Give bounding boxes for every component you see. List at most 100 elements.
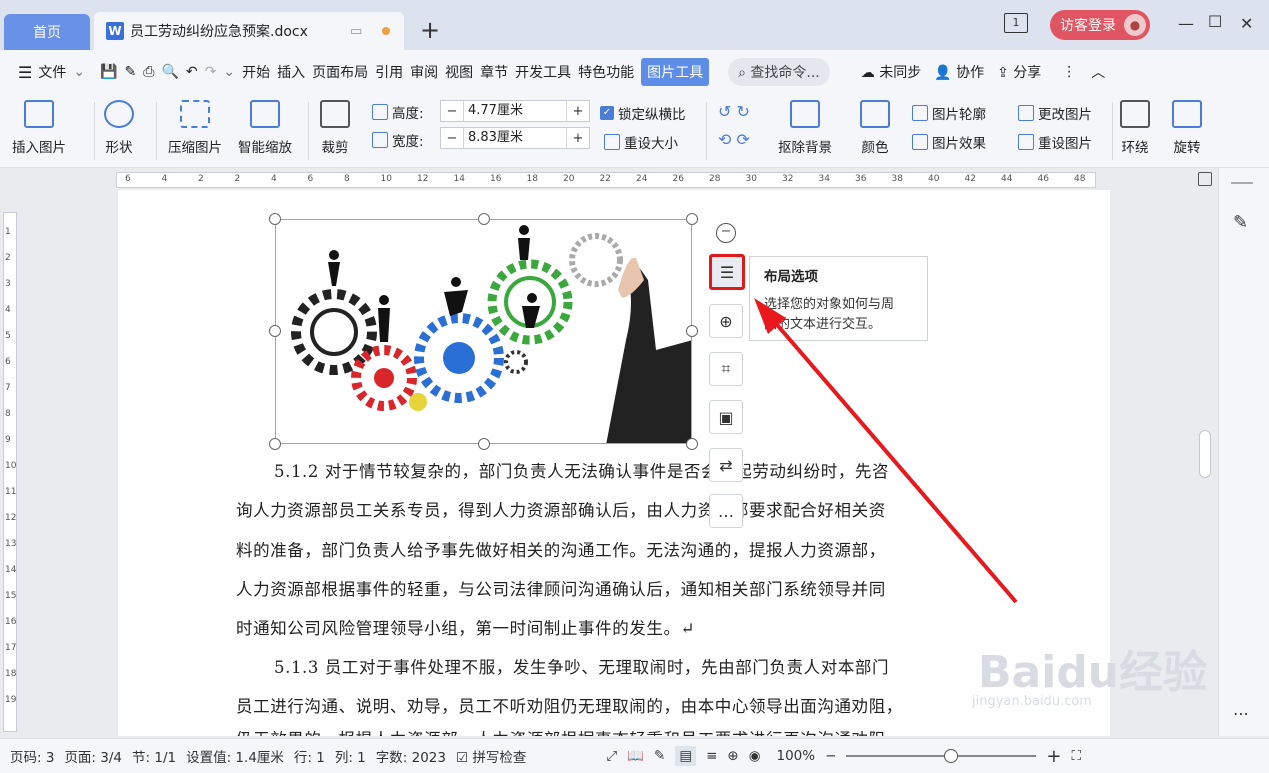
menu-item-insert[interactable]: 插入 xyxy=(277,62,305,82)
status-word-count[interactable]: 字数: 2023 xyxy=(376,746,446,766)
pencil-icon[interactable]: ✎ xyxy=(1233,212,1248,233)
resize-handle[interactable] xyxy=(269,438,281,450)
resize-handle[interactable] xyxy=(478,213,490,225)
save-icon[interactable]: 💾 xyxy=(100,64,117,80)
color-button[interactable]: 颜色 xyxy=(860,100,890,156)
page-view-icon[interactable]: ▤ xyxy=(675,746,697,766)
width-stepper[interactable]: −8.83厘米 + xyxy=(440,127,590,149)
new-tab-plus-icon[interactable]: + xyxy=(420,16,440,44)
flip-icon[interactable]: ⟲ ⟳ xyxy=(718,130,750,149)
change-picture-tool-button[interactable]: ⇄ xyxy=(709,448,743,482)
print-icon[interactable]: ⎙ xyxy=(143,64,154,80)
redo-icon[interactable]: ↷ xyxy=(205,64,217,80)
command-search[interactable]: ⌕ 查找命令... xyxy=(728,58,830,86)
zoom-slider[interactable] xyxy=(846,749,1037,763)
wrap-button[interactable]: 环绕 xyxy=(1120,100,1150,156)
horizontal-ruler[interactable]: 6 4 2 2 4 6 8 10 12 14 16 18 20 22 24 26 28 30 32 34 36 38 40 4… xyxy=(0,168,1269,190)
full-screen-icon[interactable]: ⛶ xyxy=(1072,748,1081,764)
close-icon[interactable]: ✕ xyxy=(1240,14,1253,33)
picture-to-text-button[interactable]: ▣ xyxy=(709,400,743,434)
compress-picture-button[interactable]: 压缩图片 xyxy=(168,100,222,156)
increment-icon[interactable]: + xyxy=(567,104,589,119)
lock-ratio-checkbox[interactable]: ✓ 锁定纵横比 xyxy=(600,103,686,123)
status-section[interactable]: 节: 1/1 xyxy=(132,746,176,766)
paragraph-line[interactable]: 员工进行沟通、说明、劝导，员工不听劝阻仍无理取闹的，由本中心领导出面沟通劝阻， xyxy=(236,693,996,717)
resize-handle[interactable] xyxy=(269,325,281,337)
format-painter-icon[interactable]: ✎ xyxy=(125,64,137,80)
paragraph-line[interactable]: 5.1.3 员工对于事件处理不服，发生争吵、无理取闹时，先由部门负责人对本部门 xyxy=(274,654,1034,678)
layout-options-button[interactable]: ☰ xyxy=(709,254,745,290)
smart-zoom-button[interactable]: 智能缩放 xyxy=(238,100,292,156)
decrement-icon[interactable]: − xyxy=(441,131,463,146)
spell-check-button[interactable]: ☑ 拼写检查 xyxy=(456,746,526,766)
remove-background-button[interactable]: 抠除背景 xyxy=(778,100,832,156)
status-column[interactable]: 列: 1 xyxy=(335,746,366,766)
more-quick-icon[interactable]: ⌄ xyxy=(223,64,235,80)
crop-button[interactable]: 裁剪 xyxy=(320,100,350,156)
edit-mode-icon[interactable]: ✎ xyxy=(654,748,665,764)
reading-mode-icon[interactable]: 📖 xyxy=(627,748,644,764)
rotate-button[interactable]: 旋转 xyxy=(1172,100,1202,156)
decrement-icon[interactable]: − xyxy=(441,104,463,119)
minimize-icon[interactable]: — xyxy=(1178,14,1194,33)
selected-picture[interactable] xyxy=(275,219,692,444)
status-page-number[interactable]: 页码: 3 xyxy=(10,746,54,766)
height-value[interactable]: 4.77厘米 xyxy=(463,101,567,121)
menu-item-review[interactable]: 审阅 xyxy=(410,62,438,82)
paragraph-line[interactable]: 仍无效果的，报提人力资源部，人力资源部根据事态轻重和员工要求进行再次沟通劝阻， xyxy=(236,726,996,736)
insert-picture-button[interactable]: 插入图片 xyxy=(12,100,66,156)
status-row[interactable]: 行: 1 xyxy=(294,746,325,766)
resize-handle[interactable] xyxy=(686,325,698,337)
more-horizontal-icon[interactable]: ⋯ xyxy=(1233,704,1249,723)
menu-item-features[interactable]: 特色功能 xyxy=(578,62,634,82)
undo-icon[interactable]: ↶ xyxy=(186,64,198,80)
print-preview-icon[interactable]: 🔍 xyxy=(161,64,178,80)
zoom-slider-thumb[interactable] xyxy=(944,749,959,763)
status-pages[interactable]: 页面: 3/4 xyxy=(64,746,122,766)
eye-protection-icon[interactable]: ◉ xyxy=(749,748,761,764)
height-stepper[interactable]: −4.77厘米 + xyxy=(440,100,590,122)
resize-handle[interactable] xyxy=(686,438,698,450)
menu-item-chapter[interactable]: 章节 xyxy=(480,62,508,82)
reset-size-button[interactable]: 重设大小 xyxy=(604,132,678,152)
shape-button[interactable]: 形状 xyxy=(104,100,134,156)
crop-tool-button[interactable]: ⌗ xyxy=(709,352,743,386)
resize-handle[interactable] xyxy=(269,213,281,225)
vertical-ruler[interactable]: 1 2 3 4 5 6 7 8 9 10 11 12 13 14 15 16 17 18 19 xyxy=(0,200,20,736)
change-picture-button[interactable]: 更改图片 xyxy=(1018,103,1092,123)
zoom-level[interactable]: 100% xyxy=(777,748,816,764)
zoom-out-icon[interactable]: − xyxy=(825,748,836,764)
ruler-toggle-icon[interactable] xyxy=(1198,172,1212,186)
picture-effect-button[interactable]: 图片效果 xyxy=(912,132,986,152)
paragraph-line[interactable]: 时通知公司风险管理领导小组，第一时间制止事件的发生。↵ xyxy=(236,615,996,639)
menu-item-developer[interactable]: 开发工具 xyxy=(515,62,571,82)
width-value[interactable]: 8.83厘米 xyxy=(463,128,567,148)
menu-file[interactable]: 文件 xyxy=(38,62,66,82)
menu-item-picture-tools[interactable]: 图片工具 xyxy=(641,58,710,86)
scroll-thumb[interactable] xyxy=(1199,430,1211,478)
reset-picture-button[interactable]: 重设图片 xyxy=(1018,132,1092,152)
resize-handle[interactable] xyxy=(686,213,698,225)
web-view-icon[interactable]: ⊕ xyxy=(727,748,738,764)
status-setting[interactable]: 设置值: 1.4厘米 xyxy=(186,746,284,766)
collapse-ribbon-icon[interactable]: ︿ xyxy=(1091,62,1105,82)
hamburger-icon[interactable]: ☰ xyxy=(18,63,32,82)
menu-item-layout[interactable]: 页面布局 xyxy=(312,62,368,82)
more-tools-button[interactable]: … xyxy=(709,494,743,528)
menu-item-view[interactable]: 视图 xyxy=(445,62,473,82)
maximize-icon[interactable]: ☐ xyxy=(1208,12,1222,31)
share-button[interactable]: ⇪ 分享 xyxy=(997,62,1041,82)
resize-handle[interactable] xyxy=(478,438,490,450)
unsync-button[interactable]: ☁ 未同步 xyxy=(861,62,921,82)
zoom-in-button[interactable]: ⊕ xyxy=(709,304,743,338)
tab-document[interactable]: W 员工劳动纠纷应急预案.docx ▭ xyxy=(94,12,404,50)
collab-button[interactable]: 👤 协作 xyxy=(934,62,984,82)
increment-icon[interactable]: + xyxy=(567,131,589,146)
more-vertical-icon[interactable]: ⋮ xyxy=(1062,64,1076,80)
zoom-in-icon[interactable]: + xyxy=(1046,746,1061,767)
menu-item-reference[interactable]: 引用 xyxy=(375,62,403,82)
visitor-login-button[interactable]: 访客登录 ● xyxy=(1050,10,1150,40)
picture-outline-button[interactable]: 图片轮廓 xyxy=(912,103,986,123)
collapse-tools-icon[interactable]: − xyxy=(716,223,736,243)
monitor-icon[interactable]: ▭ xyxy=(350,24,370,39)
